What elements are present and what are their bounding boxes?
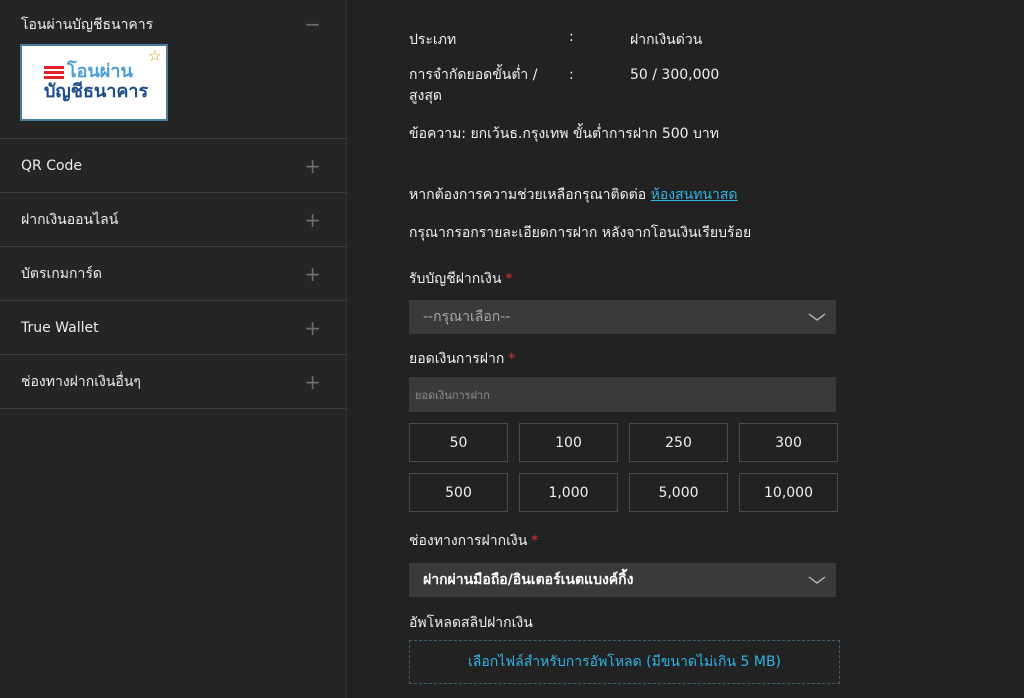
limit-value: 50 / 300,000 <box>630 67 720 83</box>
menu-game-card[interactable]: บัตรเกมการ์ด + <box>0 247 347 301</box>
chevron-down-icon <box>808 576 826 584</box>
menu-true-wallet-label: True Wallet <box>21 319 99 336</box>
quick-amount-button[interactable]: 100 <box>519 423 618 462</box>
menu-other-channels-label: ช่องทางฝากเงินอื่นๆ <box>21 373 141 390</box>
type-value: ฝากเงินด่วน <box>630 32 703 48</box>
type-row: ประเภท : ฝากเงินด่วน <box>409 29 839 51</box>
quick-amount-button[interactable]: 300 <box>739 423 838 462</box>
menu-qr-code[interactable]: QR Code + <box>0 139 347 193</box>
expand-icon[interactable]: + <box>304 318 321 338</box>
upload-slip-button[interactable]: เลือกไฟล์สำหรับการอัพโหลด (มีขนาดไม่เกิน… <box>409 640 840 684</box>
quick-amount-button[interactable]: 1,000 <box>519 473 618 512</box>
collapse-icon[interactable]: − <box>304 14 321 34</box>
menu-online-deposit[interactable]: ฝากเงินออนไลน์ + <box>0 193 347 247</box>
quick-amount-button[interactable]: 5,000 <box>629 473 728 512</box>
deposit-method-sidebar: โอนผ่านบัญชีธนาคาร − โอนผ่าน บัญชีธนาคาร… <box>0 0 347 698</box>
logo-text-line2: บัญชีธนาคาร <box>44 81 149 103</box>
menu-qr-code-label: QR Code <box>21 157 83 174</box>
limit-label: การจำกัดยอดขั้นต่ำ / สูงสุด <box>409 67 538 104</box>
quick-amount-button[interactable]: 250 <box>629 423 728 462</box>
bars-icon <box>44 64 64 81</box>
expand-icon[interactable]: + <box>304 372 321 392</box>
menu-game-card-label: บัตรเกมการ์ด <box>21 265 102 282</box>
account-select[interactable]: --กรุณาเลือก-- <box>409 300 836 334</box>
menu-true-wallet[interactable]: True Wallet + <box>0 301 347 355</box>
channel-select[interactable]: ฝากผ่านมือถือ/อินเตอร์เนตแบงค์กิ้ง <box>409 563 836 597</box>
amount-input[interactable]: ยอดเงินการฝาก <box>409 377 836 412</box>
menu-bank-transfer[interactable]: โอนผ่านบัญชีธนาคาร − โอนผ่าน บัญชีธนาคาร… <box>0 0 347 139</box>
menu-other-channels[interactable]: ช่องทางฝากเงินอื่นๆ + <box>0 355 347 409</box>
logo-text-line1: โอนผ่าน <box>67 61 133 83</box>
amount-field-label: ยอดเงินการฝาก * <box>409 351 516 367</box>
menu-online-deposit-label: ฝากเงินออนไลน์ <box>21 211 119 228</box>
quick-amount-button[interactable]: 500 <box>409 473 508 512</box>
deposit-message: ข้อความ: ยกเว้นธ.กรุงเทพ ขั้นต่ำการฝาก 5… <box>409 126 719 142</box>
channel-field-label: ช่องทางการฝากเงิน * <box>409 533 539 549</box>
limit-row: การจำกัดยอดขั้นต่ำ / สูงสุด : 50 / 300,0… <box>409 65 839 107</box>
menu-bank-transfer-header[interactable]: โอนผ่านบัญชีธนาคาร − <box>0 0 347 44</box>
expand-icon[interactable]: + <box>304 210 321 230</box>
help-text: หากต้องการความช่วยเหลือกรุณาติดต่อ ห้องส… <box>409 187 738 203</box>
upload-field-label: อัพโหลดสลิปฝากเงิน <box>409 615 533 631</box>
menu-bank-transfer-label: โอนผ่านบัญชีธนาคาร <box>21 17 154 33</box>
live-chat-link[interactable]: ห้องสนทนาสด <box>651 187 738 203</box>
chevron-down-icon <box>808 313 826 321</box>
expand-icon[interactable]: + <box>304 156 321 176</box>
bank-transfer-logo[interactable]: โอนผ่าน บัญชีธนาคาร ☆ <box>20 44 168 121</box>
quick-amount-button[interactable]: 10,000 <box>739 473 838 512</box>
instruction-text: กรุณากรอกรายละเอียดการฝาก หลังจากโอนเงิน… <box>409 225 752 241</box>
quick-amount-button[interactable]: 50 <box>409 423 508 462</box>
type-label: ประเภท <box>409 32 457 48</box>
star-icon: ☆ <box>147 46 162 65</box>
account-field-label: รับบัญชีฝากเงิน * <box>409 271 513 287</box>
expand-icon[interactable]: + <box>304 264 321 284</box>
quick-amount-grid: 50 100 250 300 500 1,000 5,000 10,000 <box>409 423 838 512</box>
